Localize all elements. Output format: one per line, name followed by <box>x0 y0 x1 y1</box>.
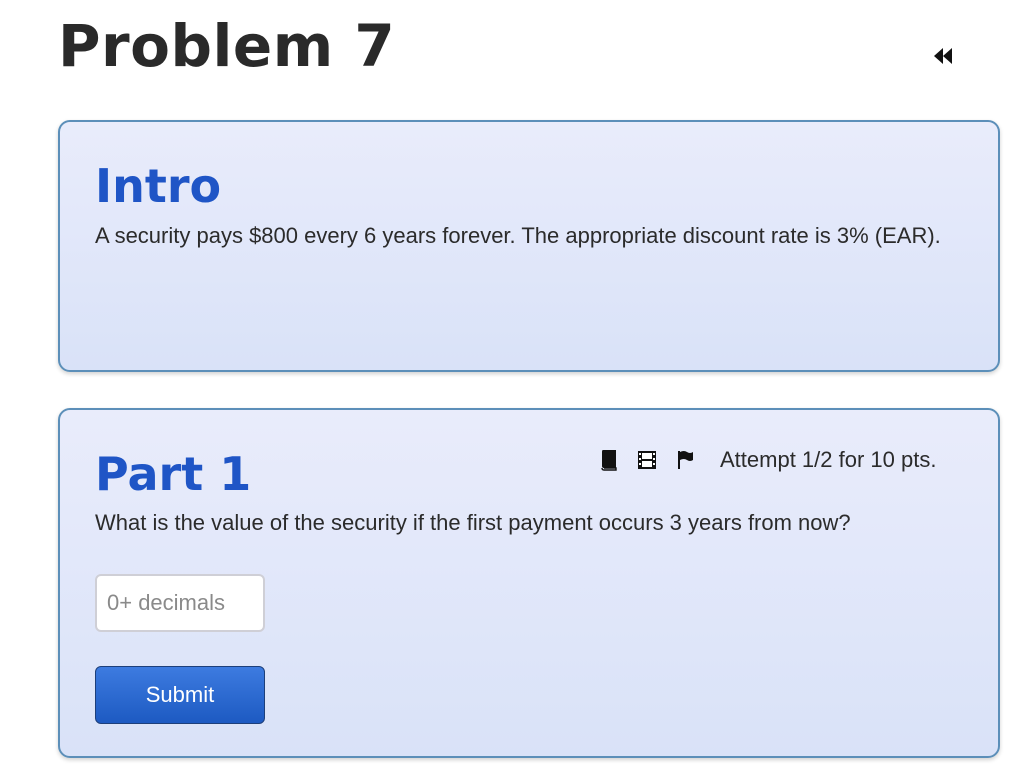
intro-text: A security pays $800 every 6 years forev… <box>95 223 941 248</box>
submit-button[interactable]: Submit <box>95 666 265 724</box>
intro-heading: Intro <box>95 159 222 213</box>
part-toolbar: Attempt 1/2 for 10 pts. <box>598 446 936 474</box>
attempt-label: Attempt 1/2 for 10 pts. <box>720 447 937 472</box>
flag-icon[interactable] <box>674 448 696 472</box>
book-icon[interactable] <box>598 448 620 472</box>
part-1-card: Part 1 Attempt 1/2 for 10 pts. What is t… <box>58 408 1000 758</box>
answer-input[interactable] <box>95 574 265 632</box>
part-question: What is the value of the security if the… <box>95 510 851 535</box>
rewind-icon[interactable] <box>933 47 953 70</box>
intro-card: Intro A security pays $800 every 6 years… <box>58 120 1000 372</box>
part-heading: Part 1 <box>95 447 252 501</box>
collapse-button[interactable] <box>930 46 956 70</box>
problem-title: Problem 7 <box>58 12 396 80</box>
page: Problem 7 Intro A security pays $800 eve… <box>0 0 1028 764</box>
film-icon[interactable] <box>636 448 658 472</box>
